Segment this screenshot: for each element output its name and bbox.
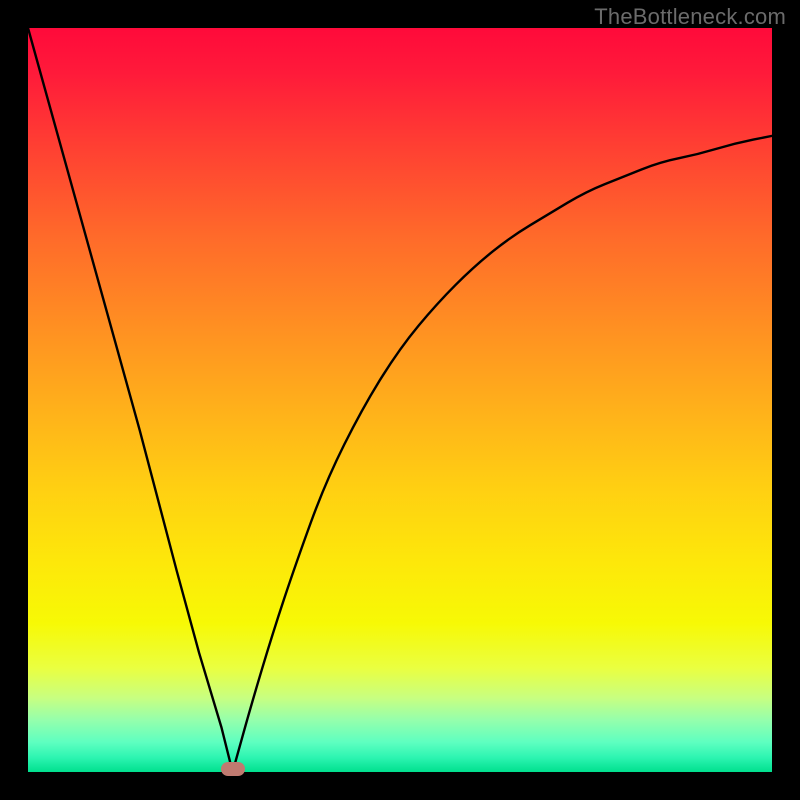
outer-frame: TheBottleneck.com: [0, 0, 800, 800]
optimal-marker: [221, 762, 245, 776]
bottleneck-curve: [28, 28, 772, 772]
watermark-text: TheBottleneck.com: [594, 4, 786, 30]
curve-path: [28, 28, 772, 772]
